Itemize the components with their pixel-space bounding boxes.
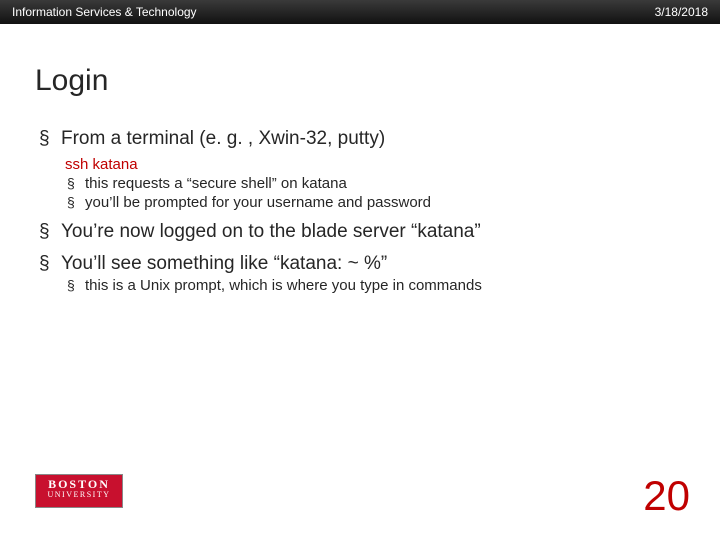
bullet-1-sub-1: this requests a “secure shell” on katana xyxy=(61,175,685,192)
logo-line-2: UNIVERSITY xyxy=(36,491,122,499)
bullet-list: From a terminal (e. g. , Xwin-32, putty)… xyxy=(35,128,685,294)
logo-line-1: BOSTON xyxy=(36,478,122,491)
bullet-1: From a terminal (e. g. , Xwin-32, putty)… xyxy=(35,128,685,211)
slide-title: Login xyxy=(35,64,685,98)
bullet-3-sub-1: this is a Unix prompt, which is where yo… xyxy=(61,277,685,294)
bullet-1-text: From a terminal (e. g. , Xwin-32, putty) xyxy=(61,128,385,149)
command-text: ssh katana xyxy=(61,156,685,173)
boston-university-logo: BOSTON UNIVERSITY xyxy=(35,474,123,508)
slide-body: Login From a terminal (e. g. , Xwin-32, … xyxy=(0,24,720,294)
header-org: Information Services & Technology xyxy=(12,5,197,19)
bullet-2: You’re now logged on to the blade server… xyxy=(35,221,685,243)
header-date: 3/18/2018 xyxy=(655,5,708,19)
bullet-3: You’ll see something like “katana: ~ %” … xyxy=(35,253,685,294)
header-bar: Information Services & Technology 3/18/2… xyxy=(0,0,720,24)
bullet-1-sublist: this requests a “secure shell” on katana… xyxy=(61,175,685,211)
bullet-3-sublist: this is a Unix prompt, which is where yo… xyxy=(61,277,685,294)
bullet-1-sub-2: you’ll be prompted for your username and… xyxy=(61,194,685,211)
page-number: 20 xyxy=(643,472,690,520)
bullet-3-text: You’ll see something like “katana: ~ %” xyxy=(61,253,387,274)
